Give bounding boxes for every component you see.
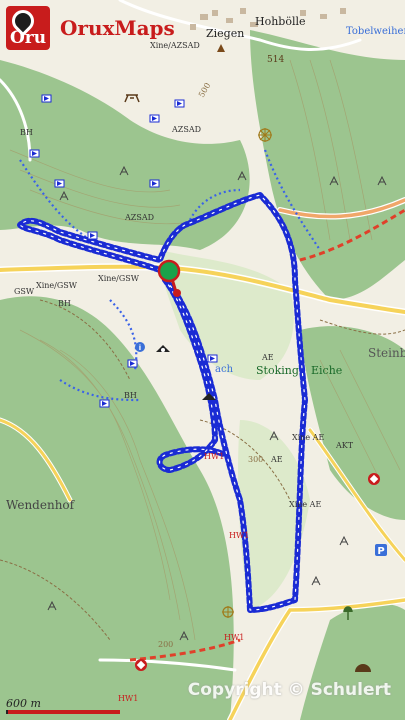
- place-label-stoking: Stoking: [256, 364, 299, 377]
- logo-text: Oru: [10, 28, 47, 48]
- svg-text:P: P: [377, 546, 384, 557]
- place-label-bach: ach: [215, 364, 234, 375]
- app-brand: Oru OruxMaps: [6, 5, 175, 50]
- information-icon[interactable]: i: [135, 342, 145, 352]
- trail-label: AE: [270, 455, 283, 464]
- elevation-label: 514: [267, 55, 284, 65]
- trail-sign-icon: [149, 114, 160, 123]
- trail-label: AZSAD: [171, 125, 201, 134]
- trail-label: Xine/GSW: [36, 281, 78, 290]
- scale-bar-line: [6, 710, 120, 714]
- trail-label: AE: [261, 353, 274, 362]
- trail-sign-icon: [174, 99, 185, 108]
- parking-icon[interactable]: P: [375, 544, 387, 557]
- trail-sign-icon: [207, 354, 218, 363]
- elevation-label: 200: [158, 640, 173, 649]
- place-label-hohbolle: Hohbölle: [255, 15, 306, 28]
- trail-label: Xine/GSW: [98, 274, 140, 283]
- trail-label: HW1: [229, 531, 249, 540]
- trail-label: Xine AE: [289, 500, 321, 509]
- place-label-wendenhof: Wendenhof: [6, 498, 76, 512]
- topographic-map[interactable]: P i Ziegen Hohbölle Tobelweiher Steinbru…: [0, 0, 405, 720]
- trail-sign-icon: [54, 179, 65, 188]
- trail-label: HW1: [204, 452, 224, 461]
- trail-label: HW1: [118, 694, 138, 703]
- copyright-watermark: Copyright © Schulert: [187, 680, 391, 700]
- trail-sign-icon: [99, 399, 110, 408]
- trail-label: BH: [124, 391, 137, 400]
- trail-label: GSW: [14, 287, 35, 296]
- trail-label: BH: [58, 299, 71, 308]
- place-label-eiche: Eiche: [311, 364, 342, 377]
- trail-label: Xine AE: [292, 433, 324, 442]
- trail-sign-icon: [87, 231, 98, 240]
- oruxmaps-logo-icon: Oru: [6, 5, 50, 50]
- trail-sign-icon: [41, 94, 52, 103]
- trail-sign-icon: [149, 179, 160, 188]
- viewpoint-icon[interactable]: [258, 128, 272, 142]
- trail-sign-icon: [127, 359, 138, 368]
- place-label-tobelweiher: Tobelweiher: [346, 26, 405, 37]
- cafe-icon-south[interactable]: [135, 659, 147, 671]
- scale-bar: 600 m: [6, 697, 120, 714]
- trail-label: AKT: [335, 441, 354, 450]
- trail-sign-icon: [29, 149, 40, 158]
- place-label-ziegen: Ziegen: [206, 27, 244, 40]
- trail-label: BH: [20, 128, 33, 137]
- svg-text:i: i: [139, 344, 141, 352]
- elevation-label: 300: [248, 455, 263, 464]
- trail-label: HW1: [224, 633, 244, 642]
- trail-label: AZSAD: [124, 213, 154, 222]
- scale-label: 600 m: [6, 697, 41, 710]
- place-label-steinbruch: Steinbruc: [368, 346, 405, 360]
- cafe-icon[interactable]: [368, 473, 380, 485]
- app-name: OruxMaps: [60, 16, 175, 40]
